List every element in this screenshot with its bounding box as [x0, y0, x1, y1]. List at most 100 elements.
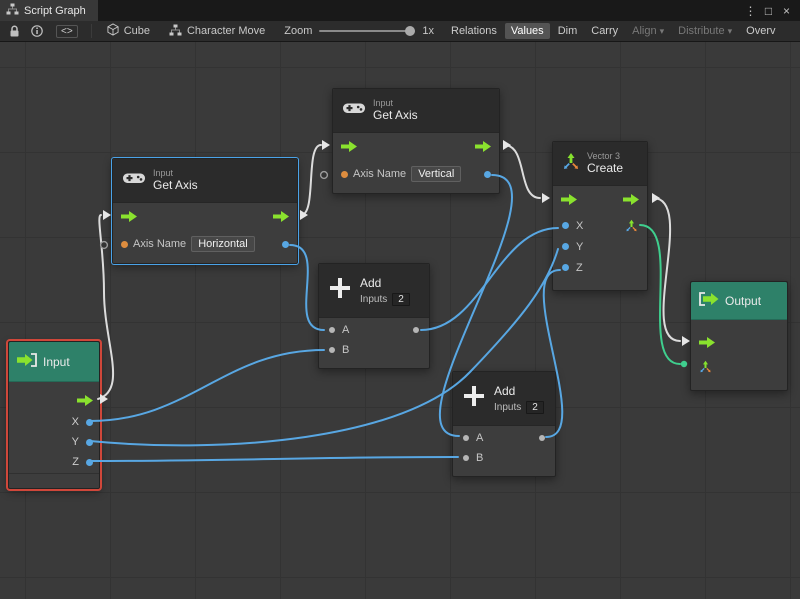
maximize-icon[interactable]: □ — [760, 1, 777, 21]
port-label: X — [72, 416, 79, 428]
dim-button[interactable]: Dim — [552, 23, 584, 39]
flow-in-port[interactable] — [699, 337, 715, 348]
node-body: X Y Z — [9, 382, 99, 490]
wire-flow-vector3-to-output — [653, 198, 680, 341]
flow-out-port[interactable] — [77, 395, 93, 406]
close-icon[interactable]: × — [778, 1, 795, 21]
kebab-menu-icon[interactable]: ⋮ — [742, 1, 759, 21]
overview-button[interactable]: Overv — [740, 23, 781, 39]
align-button[interactable]: Align ▾ — [626, 23, 670, 39]
x-out-port[interactable] — [86, 419, 93, 426]
values-button[interactable]: Values — [505, 23, 550, 39]
value-row — [691, 354, 787, 378]
y-in-port[interactable] — [562, 243, 569, 250]
distribute-button[interactable]: Distribute ▾ — [672, 23, 738, 39]
input-a-port[interactable] — [329, 327, 335, 333]
z-in-port[interactable] — [562, 264, 569, 271]
node-add-1[interactable]: Add Inputs 2 A B — [318, 263, 430, 369]
gamepad-icon — [122, 170, 146, 191]
port-label: Y — [576, 241, 583, 253]
inputs-count-field[interactable]: 2 — [526, 401, 544, 414]
flow-out-port[interactable] — [273, 211, 289, 222]
lock-icon[interactable] — [4, 23, 24, 40]
port-row-y: Y — [553, 236, 647, 257]
value-out-port[interactable] — [484, 171, 491, 178]
input-event-icon — [17, 353, 37, 370]
input-b-port[interactable] — [463, 455, 469, 461]
sum-out-port[interactable] — [539, 435, 545, 441]
carry-button[interactable]: Carry — [585, 23, 624, 39]
node-title: Create — [587, 162, 623, 176]
y-out-port[interactable] — [86, 439, 93, 446]
node-get-axis-horizontal[interactable]: Input Get Axis Axis Name Horizontal — [112, 158, 298, 264]
node-vector3-create[interactable]: Vector 3 Create X Y — [552, 141, 648, 291]
flow-in-port[interactable] — [341, 141, 357, 152]
vector3-icon — [562, 152, 580, 175]
flow-row — [691, 330, 787, 354]
node-header: Add Inputs 2 — [319, 264, 429, 318]
node-header: Input Get Axis — [333, 89, 499, 133]
inputs-count-field[interactable]: 2 — [392, 293, 410, 306]
node-input-event[interactable]: Input X Y Z — [8, 341, 100, 489]
flow-out-port[interactable] — [475, 141, 491, 152]
axis-name-row: Axis Name Vertical — [333, 159, 499, 193]
window-controls: ⋮ □ × — [742, 0, 800, 21]
axis-name-field[interactable]: Horizontal — [191, 236, 255, 252]
relations-button[interactable]: Relations — [445, 23, 503, 39]
node-output-event[interactable]: Output — [690, 281, 788, 391]
wire-flow-vertical-to-vector3 — [504, 145, 540, 198]
align-label: Align — [632, 25, 656, 37]
empty-port[interactable] — [321, 172, 328, 179]
flow-arrowhead — [300, 210, 308, 220]
node-get-axis-vertical[interactable]: Input Get Axis Axis Name Vertical — [332, 88, 500, 194]
code-preview-toggle[interactable]: <> — [56, 25, 78, 38]
flow-out-port[interactable] — [623, 194, 639, 205]
input-a-port[interactable] — [463, 435, 469, 441]
tab-bar-spacer — [98, 0, 742, 21]
flow-arrowhead — [103, 210, 111, 220]
value-out-port[interactable] — [282, 241, 289, 248]
node-header: Input — [9, 342, 99, 382]
graph-canvas[interactable]: Input X Y Z — [0, 42, 800, 599]
z-out-port[interactable] — [86, 459, 93, 466]
node-title: Get Axis — [153, 179, 198, 193]
node-header: Input Get Axis — [113, 159, 297, 203]
node-title: Get Axis — [373, 109, 418, 123]
node-body: A B — [319, 318, 429, 368]
empty-port[interactable] — [101, 242, 108, 249]
graph-ref-cube[interactable]: Cube — [99, 23, 158, 39]
tab-script-graph[interactable]: Script Graph — [0, 0, 98, 21]
node-add-2[interactable]: Add Inputs 2 A B — [452, 371, 556, 477]
graph-ref-character-move[interactable]: Character Move — [161, 24, 273, 39]
zoom-slider-handle[interactable] — [405, 26, 415, 36]
info-icon[interactable] — [27, 23, 47, 40]
node-title: Add — [494, 384, 544, 398]
flow-arrowhead — [503, 140, 511, 150]
tab-title: Script Graph — [24, 5, 86, 17]
sum-out-port[interactable] — [413, 327, 419, 333]
zoom-slider[interactable] — [319, 30, 415, 32]
chevron-down-icon: ▾ — [728, 26, 733, 37]
flow-in-port[interactable] — [561, 194, 577, 205]
flow-in-port[interactable] — [121, 211, 137, 222]
input-b-port[interactable] — [329, 347, 335, 353]
x-in-port[interactable] — [562, 222, 569, 229]
node-body: X Y Z — [553, 212, 647, 290]
param-label: Axis Name — [133, 238, 186, 250]
plus-icon — [463, 385, 485, 412]
window-tab-bar: Script Graph ⋮ □ × — [0, 0, 800, 21]
graph-toolbar: <> Cube Character Move Zoom 1x Relations… — [0, 21, 800, 42]
axis-name-port[interactable] — [121, 241, 128, 248]
vector3-out-port[interactable] — [625, 219, 638, 232]
port-row-a: A — [453, 428, 555, 448]
flow-arrowhead — [100, 394, 108, 404]
value-in-port[interactable] — [699, 360, 712, 373]
cube-icon — [107, 23, 119, 39]
node-title: Output — [725, 294, 761, 308]
flow-row — [9, 388, 99, 412]
port-label: Z — [576, 262, 583, 274]
axis-name-port[interactable] — [341, 171, 348, 178]
axis-name-field[interactable]: Vertical — [411, 166, 461, 182]
inputs-label: Inputs — [360, 294, 387, 305]
port-row-z: Z — [9, 452, 99, 472]
